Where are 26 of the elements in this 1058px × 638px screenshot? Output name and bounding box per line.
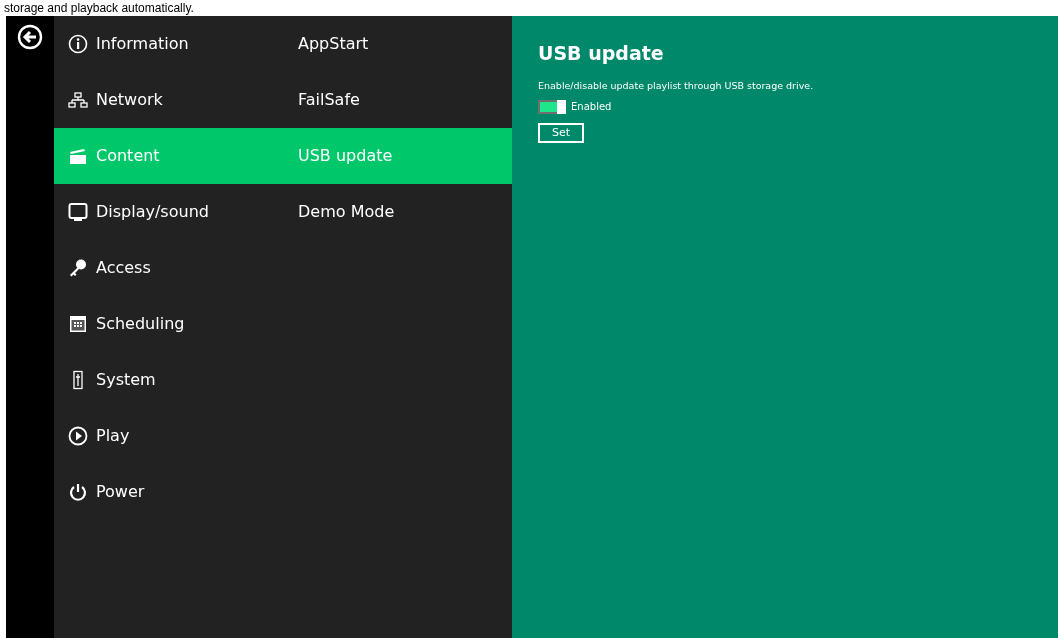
toggle-label: Enabled: [571, 100, 612, 115]
menu-item[interactable]: Access: [54, 240, 280, 296]
set-button[interactable]: Set: [538, 123, 585, 144]
submenu-item[interactable]: Demo Mode: [280, 184, 512, 240]
menu-item[interactable]: Information: [54, 16, 280, 72]
calendar-icon: [68, 314, 88, 334]
info-icon: [68, 34, 88, 54]
toggle-switch[interactable]: [538, 99, 566, 114]
key-icon: [68, 258, 88, 278]
back-icon[interactable]: [17, 24, 43, 50]
menu-item[interactable]: System: [54, 352, 280, 408]
play-icon: [68, 426, 88, 446]
submenu-item[interactable]: FailSafe: [280, 72, 512, 128]
network-icon: [68, 90, 88, 110]
submenu-item[interactable]: AppStart: [280, 16, 512, 72]
menu-item[interactable]: Power: [54, 464, 280, 520]
menu-item[interactable]: Network: [54, 72, 280, 128]
caption-text: storage and playback automatically.: [4, 0, 194, 16]
description-text: Enable/disable update playlist through USB storage drive.: [538, 78, 815, 93]
menu-item[interactable]: Display/sound: [54, 184, 280, 240]
panel-title: USB update: [538, 42, 665, 65]
menu-item[interactable]: Scheduling: [54, 296, 280, 352]
menu-item[interactable]: Play: [54, 408, 280, 464]
clapperboard-icon: [68, 146, 88, 166]
power-icon: [68, 482, 88, 502]
monitor-icon: [68, 202, 88, 222]
